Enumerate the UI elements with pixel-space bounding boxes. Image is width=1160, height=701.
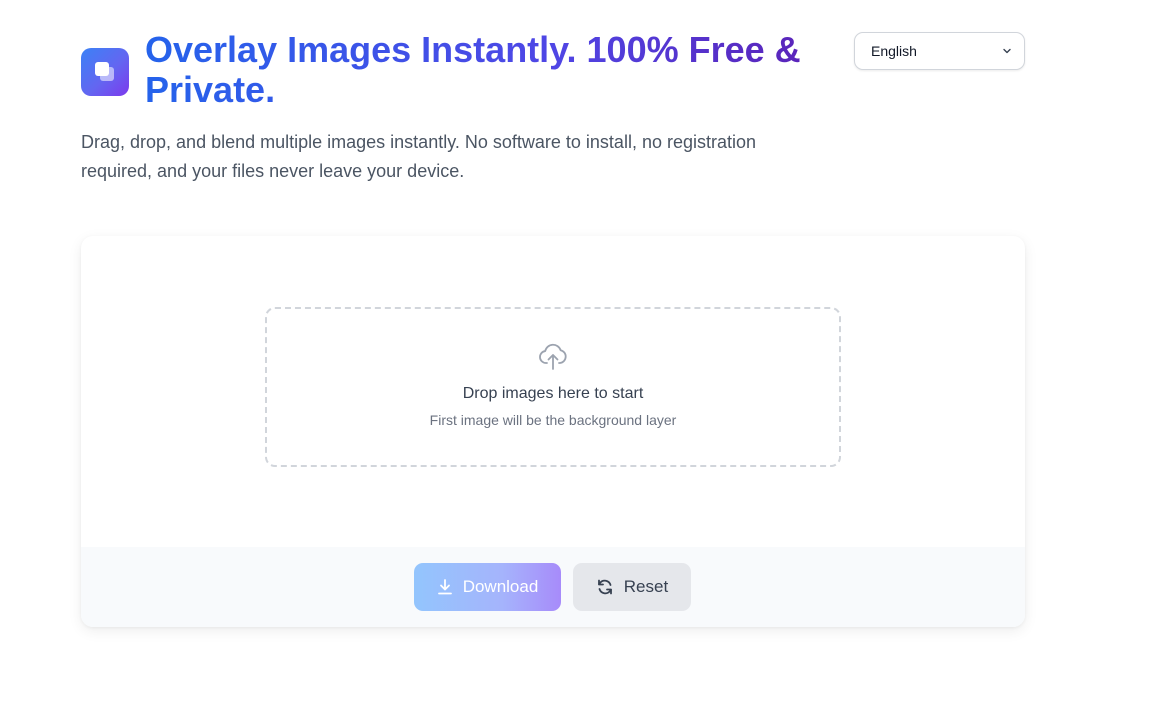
action-bar: Download Reset bbox=[81, 547, 1025, 627]
reset-label: Reset bbox=[623, 577, 669, 596]
refresh-icon bbox=[597, 579, 612, 595]
language-select[interactable]: English bbox=[854, 32, 1025, 70]
page: Overlay Images Instantly. 100% Free & Pr… bbox=[0, 0, 1160, 701]
reset-button[interactable]: Reset bbox=[573, 563, 691, 611]
download-button[interactable]: Download bbox=[414, 563, 561, 611]
chevron-down-icon bbox=[1003, 48, 1011, 54]
dropzone-title: Drop images here to start bbox=[462, 385, 644, 402]
page-title: Overlay Images Instantly. 100% Free & Pr… bbox=[145, 30, 825, 110]
language-selected-value: English bbox=[871, 43, 917, 59]
page-subtitle: Drag, drop, and blend multiple images in… bbox=[81, 132, 757, 181]
app-logo bbox=[81, 48, 129, 96]
cloud-upload-icon bbox=[539, 343, 567, 370]
download-label: Download bbox=[462, 577, 539, 596]
editor-card: Drop images here to start First image wi… bbox=[81, 236, 1025, 627]
dropzone-hint: First image will be the background layer bbox=[429, 412, 677, 428]
download-icon bbox=[437, 579, 452, 595]
image-dropzone[interactable]: Drop images here to start First image wi… bbox=[265, 307, 841, 467]
layers-icon bbox=[95, 62, 114, 81]
